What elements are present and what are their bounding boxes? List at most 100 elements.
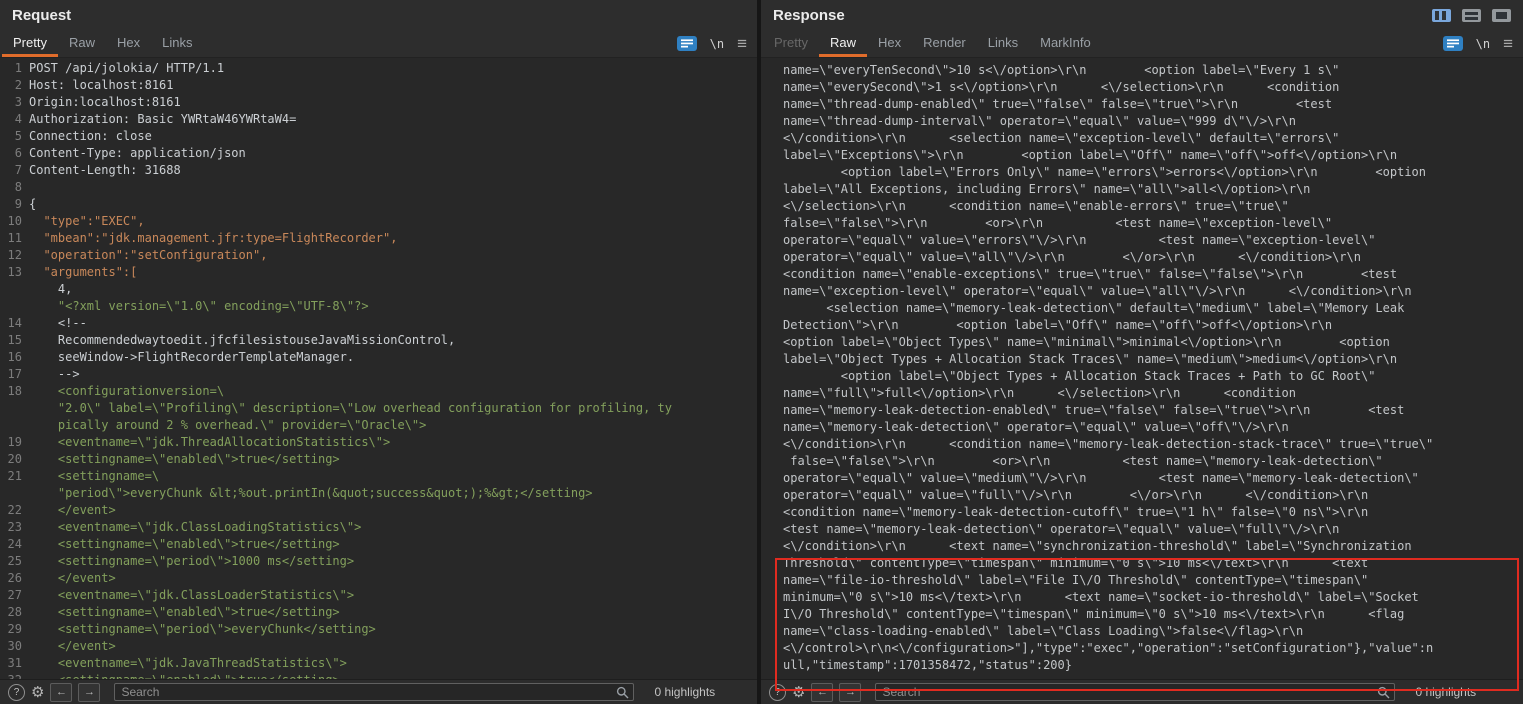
code-line: 24 <settingname=\"enabled\">true</settin… bbox=[0, 536, 757, 553]
line-number: 31 bbox=[0, 655, 29, 672]
line-number: 16 bbox=[0, 349, 29, 366]
layout-columns-icon[interactable] bbox=[1432, 9, 1451, 22]
newline-toggle[interactable]: \n bbox=[1476, 37, 1490, 51]
line-number: 17 bbox=[0, 366, 29, 383]
line-text: "arguments":[ bbox=[29, 265, 137, 279]
line-number: 8 bbox=[0, 179, 29, 196]
tab-label: Raw bbox=[69, 35, 95, 50]
request-tab-tools: \n bbox=[677, 30, 757, 57]
gear-icon[interactable] bbox=[31, 685, 44, 700]
tab[interactable]: Pretty bbox=[763, 30, 819, 57]
response-search-bar: 0 highlights bbox=[761, 679, 1523, 704]
tab[interactable]: Links bbox=[977, 30, 1029, 57]
line-number: 5 bbox=[0, 128, 29, 145]
response-editor[interactable]: name=\"everyTenSecond\">10 s<\/option>\r… bbox=[761, 58, 1523, 679]
code-line: <option label=\"Errors Only\" name=\"err… bbox=[783, 164, 1523, 181]
line-text: <configurationversion=\ bbox=[29, 384, 224, 398]
tab[interactable]: Hex bbox=[867, 30, 912, 57]
code-line: 2Host: localhost:8161 bbox=[0, 77, 757, 94]
code-line: 5Connection: close bbox=[0, 128, 757, 145]
code-line: 18 <configurationversion=\ bbox=[0, 383, 757, 400]
layout-controls bbox=[1432, 9, 1511, 22]
line-text: Host: localhost:8161 bbox=[29, 78, 174, 92]
code-line: 13 "arguments":[ bbox=[0, 264, 757, 281]
line-number: 28 bbox=[0, 604, 29, 621]
search-next-button[interactable] bbox=[78, 683, 100, 702]
line-number: 15 bbox=[0, 332, 29, 349]
code-line: minimum=\"0 s\">10 ms<\/text>\r\n <text … bbox=[783, 589, 1523, 606]
tab[interactable]: Pretty bbox=[2, 30, 58, 57]
code-line: 14 <!-- bbox=[0, 315, 757, 332]
layout-single-icon[interactable] bbox=[1492, 9, 1511, 22]
search-prev-button[interactable] bbox=[811, 683, 833, 702]
help-icon[interactable] bbox=[8, 684, 25, 701]
layout-rows-icon[interactable] bbox=[1462, 9, 1481, 22]
line-number: 14 bbox=[0, 315, 29, 332]
hamburger-menu-icon[interactable] bbox=[737, 35, 747, 52]
tab[interactable]: Raw bbox=[819, 30, 867, 57]
code-line: name=\"everySecond\">1 s<\/option>\r\n <… bbox=[783, 79, 1523, 96]
line-text: Recommendedwaytoedit.jfcfilesistouseJava… bbox=[29, 333, 455, 347]
code-line: 9{ bbox=[0, 196, 757, 213]
code-line: 11 "mbean":"jdk.management.jfr:type=Flig… bbox=[0, 230, 757, 247]
search-next-button[interactable] bbox=[839, 683, 861, 702]
line-number: 32 bbox=[0, 672, 29, 679]
code-line: 12 "operation":"setConfiguration", bbox=[0, 247, 757, 264]
line-text: Authorization: Basic YWRtaW46YWRtaW4= bbox=[29, 112, 296, 126]
code-line: <\/control>\r\n<\/configuration>"],"type… bbox=[783, 640, 1523, 657]
line-text: <eventname=\"jdk.ThreadAllocationStatist… bbox=[29, 435, 390, 449]
line-text: <settingname=\"period\">everyChunk</sett… bbox=[29, 622, 376, 636]
line-number: 29 bbox=[0, 621, 29, 638]
tab[interactable]: MarkInfo bbox=[1029, 30, 1102, 57]
tab-label: Links bbox=[162, 35, 192, 50]
response-tab-tools: \n bbox=[1443, 30, 1523, 57]
newline-toggle[interactable]: \n bbox=[710, 37, 724, 51]
line-text: "type":"EXEC", bbox=[29, 214, 145, 228]
code-line: <condition name=\"enable-exceptions\" tr… bbox=[783, 266, 1523, 283]
word-wrap-icon[interactable] bbox=[1443, 36, 1463, 51]
search-input[interactable] bbox=[875, 683, 1395, 701]
line-number: 21 bbox=[0, 468, 29, 485]
code-line: name=\"exception-level\" operator=\"equa… bbox=[783, 283, 1523, 300]
gear-icon[interactable] bbox=[792, 685, 805, 700]
code-line: 25 <settingname=\"period\">1000 ms</sett… bbox=[0, 553, 757, 570]
code-line: 17 --> bbox=[0, 366, 757, 383]
line-text: "mbean":"jdk.management.jfr:type=FlightR… bbox=[29, 231, 397, 245]
tab[interactable]: Raw bbox=[58, 30, 106, 57]
search-prev-button[interactable] bbox=[50, 683, 72, 702]
tab-label: Hex bbox=[117, 35, 140, 50]
code-line: pically around 2 % overhead.\" provider=… bbox=[0, 417, 757, 434]
tab[interactable]: Links bbox=[151, 30, 203, 57]
tab-label: MarkInfo bbox=[1040, 35, 1091, 50]
request-tabbar: Pretty Raw Hex Links \n bbox=[0, 30, 757, 58]
line-text: </event> bbox=[29, 639, 116, 653]
code-line: 27 <eventname=\"jdk.ClassLoaderStatistic… bbox=[0, 587, 757, 604]
search-input[interactable] bbox=[114, 683, 634, 701]
code-line: name=\"memory-leak-detection-enabled\" t… bbox=[783, 402, 1523, 419]
code-line: 23 <eventname=\"jdk.ClassLoadingStatisti… bbox=[0, 519, 757, 536]
code-line: operator=\"equal\" value=\"full\"\/>\r\n… bbox=[783, 487, 1523, 504]
line-text: Connection: close bbox=[29, 129, 152, 143]
code-line: <\/condition>\r\n <selection name=\"exce… bbox=[783, 130, 1523, 147]
line-number: 13 bbox=[0, 264, 29, 281]
hamburger-menu-icon[interactable] bbox=[1503, 35, 1513, 52]
word-wrap-icon[interactable] bbox=[677, 36, 697, 51]
response-title: Response bbox=[773, 7, 845, 24]
code-line: 21 <settingname=\ bbox=[0, 468, 757, 485]
code-line: <test name=\"memory-leak-detection\" ope… bbox=[783, 521, 1523, 538]
request-editor[interactable]: 1POST /api/jolokia/ HTTP/1.1 2Host: loca… bbox=[0, 58, 757, 679]
code-line: ull,"timestamp":1701358472,"status":200} bbox=[783, 657, 1523, 674]
code-line: "<?xml version=\"1.0\" encoding=\"UTF-8\… bbox=[0, 298, 757, 315]
code-line: 19 <eventname=\"jdk.ThreadAllocationStat… bbox=[0, 434, 757, 451]
tab[interactable]: Render bbox=[912, 30, 977, 57]
code-line: Threshold\" contentType=\"timespan\" min… bbox=[783, 555, 1523, 572]
line-number: 30 bbox=[0, 638, 29, 655]
tab-label: Hex bbox=[878, 35, 901, 50]
line-text: <!-- bbox=[29, 316, 87, 330]
line-text: --> bbox=[29, 367, 80, 381]
code-line: label=\"Exceptions\">\r\n <option label=… bbox=[783, 147, 1523, 164]
tab[interactable]: Hex bbox=[106, 30, 151, 57]
line-text: <eventname=\"jdk.ClassLoaderStatistics\"… bbox=[29, 588, 354, 602]
line-number: 10 bbox=[0, 213, 29, 230]
help-icon[interactable] bbox=[769, 684, 786, 701]
